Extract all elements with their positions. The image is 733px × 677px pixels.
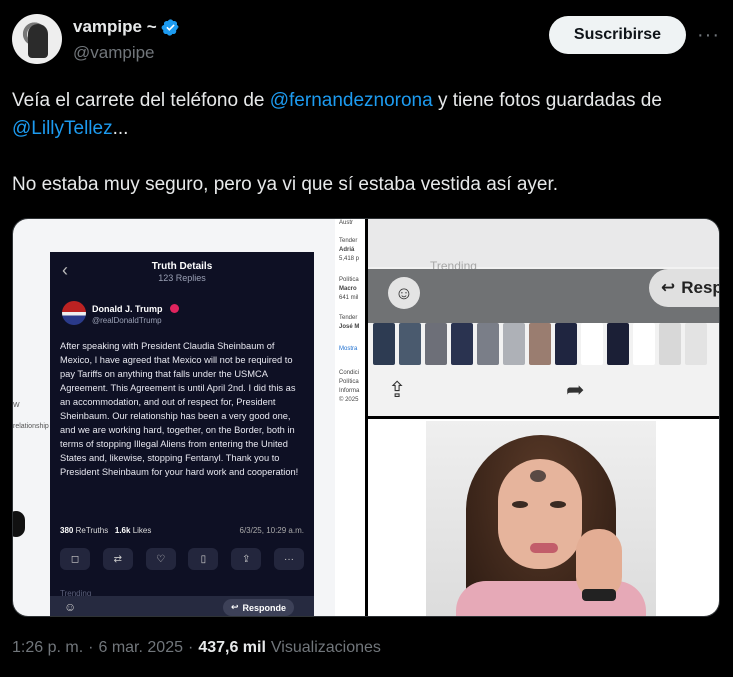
thumbnail-strip <box>373 323 707 369</box>
thumbnail <box>581 323 603 365</box>
side-text: Política <box>339 379 359 385</box>
truth-verified-icon <box>170 304 179 313</box>
respond-label: Responde <box>242 602 287 613</box>
truth-bottom-bar: ☺ ↩ Responde <box>50 596 314 616</box>
thumbnail <box>529 323 551 365</box>
side-text: 641 mil <box>339 295 359 301</box>
thumbnail <box>399 323 421 365</box>
views-count: 437,6 mil <box>198 639 266 656</box>
tweet-text: Veía el carrete del teléfono de @fernand… <box>12 87 712 227</box>
views-label: Visualizaciones <box>270 639 381 656</box>
respond-label: Resp <box>681 278 720 297</box>
media-image-portrait[interactable] <box>368 419 719 616</box>
tweet-paragraph-2: No estaba muy seguro, pero ya vi que sí … <box>12 174 559 195</box>
media-image-truth-screenshot[interactable]: Wrelationship ‹ Truth Details 123 Replie… <box>13 219 365 616</box>
display-name[interactable]: vampipe ~ <box>73 17 157 37</box>
tweet-time[interactable]: 1:26 p. m. <box>12 639 83 657</box>
tweet-paragraph-1: Veía el carrete del teléfono de @fernand… <box>12 87 712 143</box>
tweet-date[interactable]: 6 mar. 2025 <box>98 639 183 657</box>
truth-header-title: Truth Details <box>151 261 213 272</box>
side-text: Tender <box>339 315 358 321</box>
subscribe-button[interactable]: Suscribirse <box>549 16 686 54</box>
side-text: José M <box>339 324 360 330</box>
side-text: Adriá <box>339 247 355 253</box>
separator: · <box>88 639 94 656</box>
cropped-bubble <box>13 511 25 537</box>
more-icon: ··· <box>273 548 304 570</box>
thumbnail <box>373 323 395 365</box>
thumbnail <box>607 323 629 365</box>
emoji-icon: ☺ <box>388 277 420 309</box>
thumbnail <box>425 323 447 365</box>
avatar[interactable] <box>12 14 62 64</box>
truth-respond-button: ↩ Responde <box>223 599 295 616</box>
share-icon: ⇪ <box>388 377 407 402</box>
emoji-icon: ☺ <box>64 600 77 614</box>
side-text: Macro <box>339 286 357 292</box>
side-text: © 2025 <box>339 397 359 403</box>
likes-count: 1.6k <box>114 526 131 535</box>
truth-header-sub: 123 Replies <box>158 273 206 283</box>
truth-author-name: Donald J. Trump <box>92 304 163 314</box>
truth-avatar <box>62 301 86 325</box>
portrait-eye <box>550 501 566 508</box>
camera-roll-respond-button: ↩ Resp <box>649 269 720 307</box>
media-image-camera-roll[interactable]: Trending ☺ ↩ Resp ⇪ ➦ <box>368 219 720 416</box>
side-text: Política <box>339 277 359 283</box>
side-text: Condici <box>339 370 360 376</box>
portrait-eye <box>512 501 528 508</box>
thumbnail <box>659 323 681 365</box>
thumbnail <box>451 323 473 365</box>
retruths-label: ReTruths <box>75 526 109 535</box>
truth-author-handle: @realDonaldTrump <box>92 316 162 325</box>
verified-badge-icon <box>161 18 179 36</box>
tweet-footer: 1:26 p. m. · 6 mar. 2025 · 437,6 mil Vis… <box>12 639 381 657</box>
media-grid[interactable]: Wrelationship ‹ Truth Details 123 Replie… <box>12 218 720 617</box>
author-handle[interactable]: @vampipe <box>73 43 155 63</box>
reply-arrow-icon: ↩ <box>661 278 676 297</box>
forward-icon: ➦ <box>566 377 585 402</box>
bookmark-icon: ▯ <box>188 548 219 570</box>
retruth-icon: ⇄ <box>102 548 133 570</box>
side-text: Mostra <box>339 346 358 352</box>
camera-roll-top <box>368 219 719 267</box>
cropped-text: Wrelationship <box>13 402 49 430</box>
truth-body: After speaking with President Claudia Sh… <box>60 341 299 477</box>
separator: · <box>187 639 194 656</box>
thumbnail <box>685 323 707 365</box>
truth-actions: ◻ ⇄ ♡ ▯ ⇪ ··· <box>60 548 304 570</box>
reply-icon: ◻ <box>60 548 90 570</box>
tweet-text-segment: Veía el carrete del teléfono de <box>12 90 270 111</box>
tweet-text-segment: ... <box>112 118 129 139</box>
truth-stats: 380 ReTruths 1.6k Likes 6/3/25, 10:29 a.… <box>60 526 304 535</box>
author-name-row[interactable]: vampipe ~ <box>73 17 180 37</box>
truth-date: 6/3/25, 10:29 a.m. <box>239 526 305 535</box>
thumbnail <box>633 323 655 365</box>
side-text: Tender <box>339 238 358 244</box>
tweet-text-segment: y tiene fotos guardadas de <box>432 90 662 111</box>
side-text: Informa <box>339 388 360 394</box>
thumbnail <box>477 323 499 365</box>
ash-cross-mark <box>530 470 546 482</box>
side-text: 5,418 p <box>339 256 360 262</box>
portrait-watch <box>582 589 616 601</box>
like-icon: ♡ <box>145 548 176 570</box>
mention-link[interactable]: @LillyTellez <box>12 118 113 139</box>
more-options-icon[interactable]: ··· <box>697 24 720 47</box>
thumbnail <box>503 323 525 365</box>
thumbnail <box>555 323 577 365</box>
share-icon: ⇪ <box>231 548 262 570</box>
likes-label: Likes <box>132 526 152 535</box>
truth-phone-screen: ‹ Truth Details 123 Replies Donald J. Tr… <box>50 252 314 616</box>
portrait-photo <box>426 421 656 616</box>
portrait-lips <box>530 543 558 553</box>
side-text: Austr <box>339 220 354 226</box>
reply-arrow-icon: ↩ <box>231 602 239 612</box>
mention-link[interactable]: @fernandeznorona <box>270 90 433 111</box>
retruths-count: 380 <box>60 526 74 535</box>
